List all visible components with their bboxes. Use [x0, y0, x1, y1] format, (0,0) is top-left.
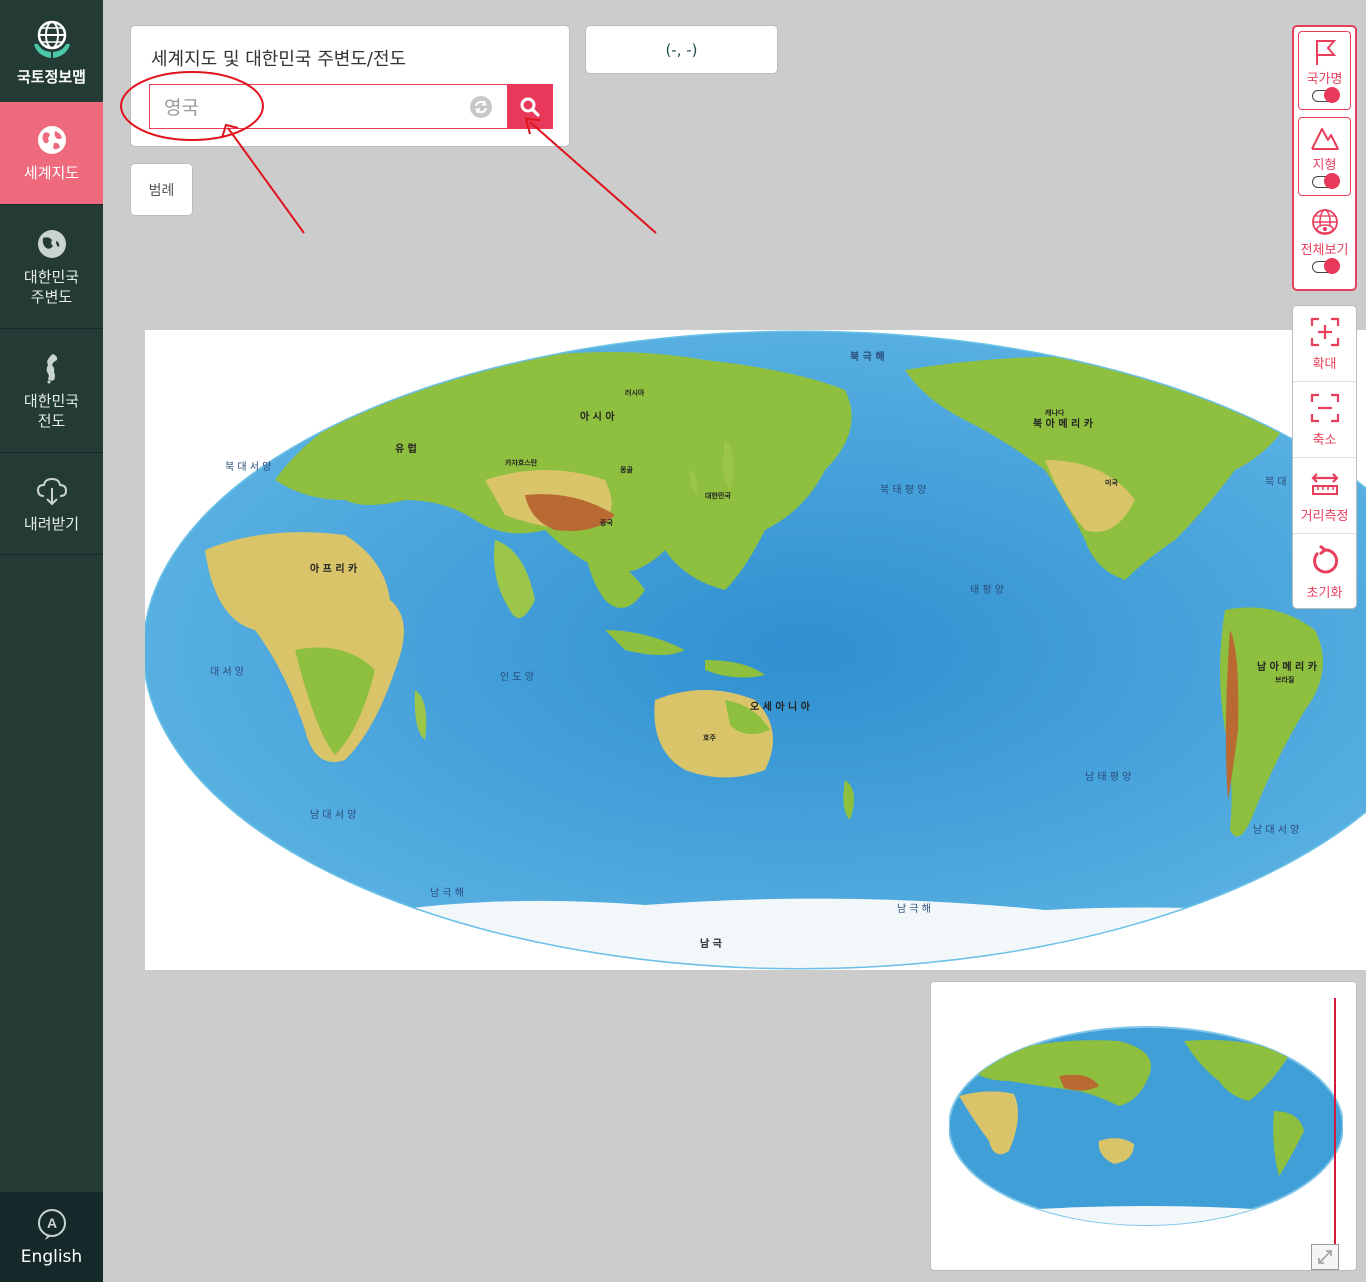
collapse-icon [1318, 1250, 1332, 1264]
svg-text:A: A [46, 1215, 56, 1231]
toggle-switch[interactable] [1311, 173, 1340, 189]
layer-toggle-panel: 국가명 지형 전체보기 [1292, 25, 1357, 291]
label-south-atlantic: 남 대 서 양 [310, 809, 356, 821]
world-map-canvas: 북 극 해 아 시 아 유 럽 아 프 리 카 북 아 메 리 카 남 아 메 … [145, 330, 1366, 970]
search-button[interactable] [507, 84, 553, 129]
label-south-america: 남 아 메 리 카 [1257, 660, 1318, 673]
label-kazakhstan: 카자흐스탄 [505, 458, 538, 467]
label-north-atlantic-right: 북 대 [1265, 476, 1287, 488]
coordinate-display: (-, -) [585, 25, 778, 74]
search-input[interactable] [150, 85, 508, 128]
reset-map-button[interactable]: 초기화 [1293, 534, 1356, 610]
label-south-atlantic-right: 남 대 서 양 [1253, 824, 1299, 836]
world-map[interactable]: 북 극 해 아 시 아 유 럽 아 프 리 카 북 아 메 리 카 남 아 메 … [145, 330, 1366, 970]
globe-hands-logo-icon [33, 20, 70, 58]
label-usa: 미국 [1105, 478, 1118, 487]
sidebar-item-download[interactable]: 내려받기 [0, 453, 103, 555]
label-north-pacific: 북 태 평 양 [880, 484, 926, 496]
label-atlantic: 대 서 양 [210, 666, 244, 678]
zoom-out-button[interactable]: 축소 [1293, 382, 1356, 458]
zoom-in-icon [1310, 317, 1339, 347]
layer-label: 국가명 [1306, 72, 1343, 87]
label-north-atlantic: 북 대 서 양 [225, 461, 271, 473]
label-southern-ocean-left: 남 극 해 [430, 886, 464, 899]
language-toggle[interactable]: A English [0, 1192, 103, 1282]
globe-icon [37, 126, 66, 154]
zoom-in-button[interactable]: 확대 [1293, 306, 1356, 382]
search-icon [520, 97, 540, 117]
globe-eye-icon [1311, 209, 1338, 235]
label-north-america: 북 아 메 리 카 [1033, 417, 1094, 430]
label-africa: 아 프 리 카 [310, 562, 358, 575]
sidebar-item-label: 세계지도 [23, 164, 80, 182]
mountain-icon [1310, 128, 1339, 150]
label-south-pacific: 남 태 평 양 [1085, 771, 1131, 783]
label-southern-ocean-right: 남 극 해 [897, 902, 931, 915]
sidebar-item-korea-vicinity[interactable]: 대한민국 주변도 [0, 205, 103, 329]
layer-terrain-toggle[interactable]: 지형 [1298, 117, 1351, 196]
refresh-icon [1312, 544, 1338, 573]
label-antarctica: 남 극 [700, 937, 722, 950]
label-indian-ocean: 인 도 양 [500, 671, 534, 683]
label-oceania: 오 세 아 니 아 [750, 700, 811, 713]
label-europe: 유 럽 [395, 442, 417, 455]
measure-distance-button[interactable]: 거리측정 [1293, 458, 1356, 534]
label-russia: 러시아 [625, 388, 645, 397]
overview-map[interactable] [930, 981, 1357, 1271]
sidebar-item-label: 내려받기 [23, 514, 80, 533]
language-label: English [20, 1247, 83, 1267]
cloud-download-icon [36, 477, 67, 505]
overview-viewport-edge [1334, 998, 1336, 1254]
brand-label: 국토정보맵 [16, 67, 86, 86]
flag-icon [1315, 40, 1336, 65]
toggle-switch[interactable] [1311, 258, 1340, 274]
ruler-icon [1310, 473, 1339, 495]
layer-label: 전체보기 [1300, 243, 1349, 258]
label-pacific: 태 평 양 [970, 584, 1004, 596]
globe-east-asia-icon [37, 229, 66, 258]
sidebar-item-world-map[interactable]: 세계지도 [0, 102, 103, 205]
map-tools-panel: 확대 축소 거리측정 초기화 [1292, 305, 1357, 609]
label-australia: 호주 [703, 733, 716, 742]
label-arctic-ocean: 북 극 해 [850, 350, 885, 363]
sidebar-item-label: 대한민국 주변도 [23, 267, 80, 306]
search-panel: 세계지도 및 대한민국 주변도/전도 [130, 25, 570, 147]
label-brazil: 브라질 [1275, 675, 1294, 684]
sidebar-item-korea-full[interactable]: 대한민국 전도 [0, 329, 103, 453]
brand[interactable]: 국토정보맵 [0, 0, 103, 102]
label-korea: 대한민국 [705, 491, 731, 500]
overview-map-thumbnail [949, 1026, 1343, 1226]
label-canada: 캐나다 [1045, 408, 1065, 417]
tool-label: 초기화 [1306, 585, 1343, 601]
tool-label: 확대 [1312, 357, 1337, 372]
toggle-switch[interactable] [1311, 87, 1340, 103]
overview-collapse-button[interactable] [1311, 1244, 1339, 1270]
label-china: 중국 [600, 519, 613, 527]
label-asia: 아 시 아 [580, 410, 615, 423]
language-icon: A [37, 1209, 66, 1240]
search-title: 세계지도 및 대한민국 주변도/전도 [151, 49, 407, 70]
layer-label: 지형 [1312, 158, 1337, 173]
legend-button[interactable]: 범례 [130, 163, 193, 216]
reset-search-icon[interactable] [469, 95, 493, 119]
search-box [149, 84, 553, 129]
tool-label: 거리측정 [1300, 509, 1349, 524]
layer-country-names-toggle[interactable]: 국가명 [1298, 31, 1351, 110]
sidebar-item-label: 대한민국 전도 [23, 391, 80, 430]
zoom-out-icon [1310, 393, 1339, 423]
sidebar: 국토정보맵 세계지도 대한민국 주변도 대한민국 전도 내려받기 A Engli… [0, 0, 103, 1282]
label-mongolia: 몽골 [620, 465, 633, 474]
tool-label: 축소 [1312, 433, 1337, 448]
korea-peninsula-icon [46, 353, 57, 383]
layer-overview-toggle[interactable]: 전체보기 [1298, 203, 1351, 283]
